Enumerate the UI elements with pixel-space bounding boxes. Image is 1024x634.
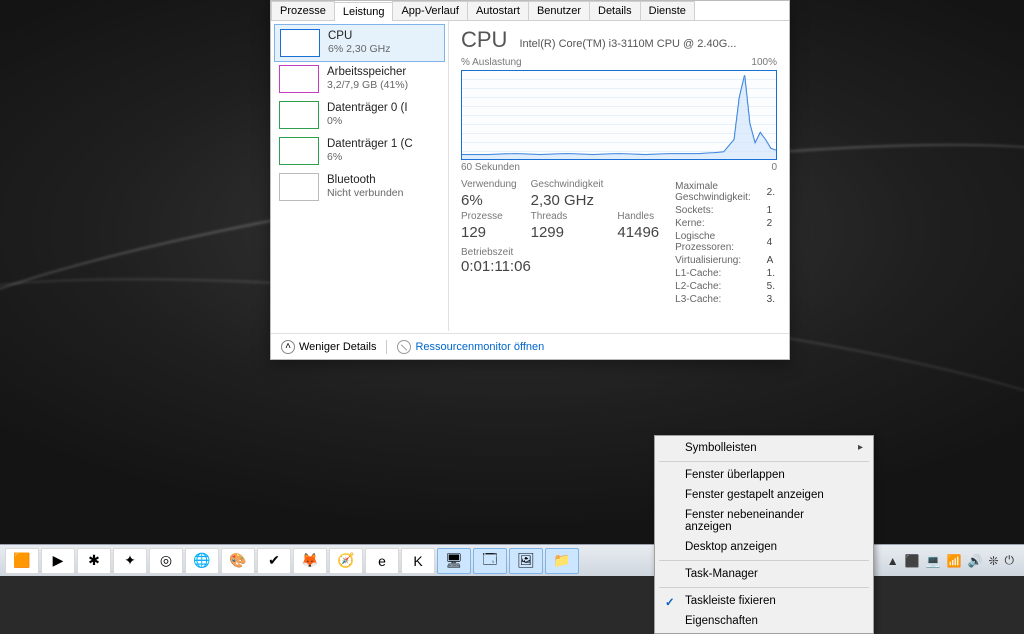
- taskbar-app-icon[interactable]: 🦊: [293, 548, 327, 574]
- taskbar-app-icon[interactable]: K: [401, 548, 435, 574]
- ctx-sidebyside[interactable]: Fenster nebeneinander anzeigen: [657, 505, 871, 537]
- tm-footer: ˄ Weniger Details Ressourcenmonitor öffn…: [271, 333, 789, 359]
- handle-count: 41496: [617, 224, 659, 241]
- tab-dienste[interactable]: Dienste: [640, 1, 695, 20]
- ctx-properties[interactable]: Eigenschaften: [657, 611, 871, 631]
- sidebar-item-memory[interactable]: Arbeitsspeicher3,2/7,9 GB (41%): [271, 61, 448, 97]
- fewer-details-toggle[interactable]: ˄ Weniger Details: [281, 340, 376, 354]
- chevron-up-icon: ˄: [281, 340, 295, 354]
- process-count: 129: [461, 224, 517, 241]
- ctx-task-manager[interactable]: Task-Manager: [657, 564, 871, 584]
- tray-icon[interactable]: ❊: [988, 554, 998, 568]
- tab-details[interactable]: Details: [589, 1, 641, 20]
- cpu-specs: Maximale Geschwindigkeit:2.Sockets:1Kern…: [673, 179, 777, 307]
- taskbar-app-icon[interactable]: e: [365, 548, 399, 574]
- thread-count: 1299: [531, 224, 604, 241]
- cpu-utilization-chart: [461, 70, 777, 160]
- taskbar-app-icon[interactable]: 🟧: [5, 548, 39, 574]
- taskbar-app-icon[interactable]: 🎨: [221, 548, 255, 574]
- perf-sidebar: CPU6% 2,30 GHz Arbeitsspeicher3,2/7,9 GB…: [271, 21, 449, 331]
- tab-strip: Prozesse Leistung App-Verlauf Autostart …: [271, 1, 789, 21]
- taskbar-app-icon[interactable]: 🧭: [329, 548, 363, 574]
- taskbar-app-icon[interactable]: ◎: [149, 548, 183, 574]
- ctx-show-desktop[interactable]: Desktop anzeigen: [657, 537, 871, 557]
- disk-thumb-icon: [279, 137, 319, 165]
- disk-thumb-icon: [279, 101, 319, 129]
- cpu-speed-value: 2,30 GHz: [531, 192, 604, 209]
- taskbar-app-icon[interactable]: 📁: [545, 548, 579, 574]
- tab-autostart[interactable]: Autostart: [467, 1, 529, 20]
- resmon-icon: [397, 340, 411, 354]
- memory-thumb-icon: [279, 65, 319, 93]
- tray-icon[interactable]: 💻: [926, 554, 941, 568]
- tab-leistung[interactable]: Leistung: [334, 2, 394, 21]
- tab-benutzer[interactable]: Benutzer: [528, 1, 590, 20]
- bluetooth-thumb-icon: [279, 173, 319, 201]
- taskbar-app-icon[interactable]: 🖼: [509, 548, 543, 574]
- uptime-value: 0:01:11:06: [461, 258, 659, 275]
- sidebar-item-disk0[interactable]: Datenträger 0 (I0%: [271, 97, 448, 133]
- tray-icon[interactable]: ⬛: [905, 554, 920, 568]
- taskbar-app-icon[interactable]: 🌐: [185, 548, 219, 574]
- tray-icon[interactable]: ⏻: [1005, 553, 1015, 568]
- taskbar-app-icon[interactable]: ✦: [113, 548, 147, 574]
- cpu-heading: CPU: [461, 27, 507, 53]
- ctx-cascade[interactable]: Fenster überlappen: [657, 465, 871, 485]
- sidebar-item-disk1[interactable]: Datenträger 1 (C6%: [271, 133, 448, 169]
- taskbar-context-menu: Symbolleisten Fenster überlappen Fenster…: [654, 435, 874, 634]
- tray-icon[interactable]: 📶: [947, 554, 962, 568]
- taskbar-app-icon[interactable]: ▶: [41, 548, 75, 574]
- chart-ymax: 100%: [751, 57, 777, 68]
- sidebar-item-cpu[interactable]: CPU6% 2,30 GHz: [274, 24, 445, 62]
- system-tray: ▲ ⬛ 💻 📶 🔊 ❊ ⏻: [887, 553, 1020, 568]
- taskbar-app-icon[interactable]: ✔: [257, 548, 291, 574]
- ctx-stacked[interactable]: Fenster gestapelt anzeigen: [657, 485, 871, 505]
- tray-icon[interactable]: 🔊: [967, 554, 982, 568]
- taskbar-app-icon[interactable]: 🗔: [473, 548, 507, 574]
- ctx-toolbars[interactable]: Symbolleisten: [657, 438, 871, 458]
- tab-app-verlauf[interactable]: App-Verlauf: [392, 1, 467, 20]
- taskbar-app-icon[interactable]: 🖥: [437, 548, 471, 574]
- sidebar-item-bluetooth[interactable]: BluetoothNicht verbunden: [271, 169, 448, 205]
- open-resource-monitor-link[interactable]: Ressourcenmonitor öffnen: [397, 340, 544, 354]
- ctx-lock-taskbar[interactable]: Taskleiste fixieren: [657, 591, 871, 611]
- tray-icon[interactable]: ▲: [887, 554, 899, 568]
- sb-cpu-title: CPU: [328, 29, 390, 43]
- cpu-model: Intel(R) Core(TM) i3-3110M CPU @ 2.40G..…: [519, 38, 736, 50]
- task-manager-window: Prozesse Leistung App-Verlauf Autostart …: [270, 0, 790, 360]
- sb-cpu-sub: 6% 2,30 GHz: [328, 43, 390, 56]
- chart-xlabel: 60 Sekunden: [461, 162, 520, 173]
- chart-xmin: 0: [771, 162, 777, 173]
- cpu-usage-value: 6%: [461, 192, 517, 209]
- taskbar-app-icon[interactable]: ✱: [77, 548, 111, 574]
- chart-ylabel: % Auslastung: [461, 57, 522, 68]
- perf-main: CPU Intel(R) Core(TM) i3-3110M CPU @ 2.4…: [449, 21, 789, 331]
- tab-prozesse[interactable]: Prozesse: [271, 1, 335, 20]
- cpu-thumb-icon: [280, 29, 320, 57]
